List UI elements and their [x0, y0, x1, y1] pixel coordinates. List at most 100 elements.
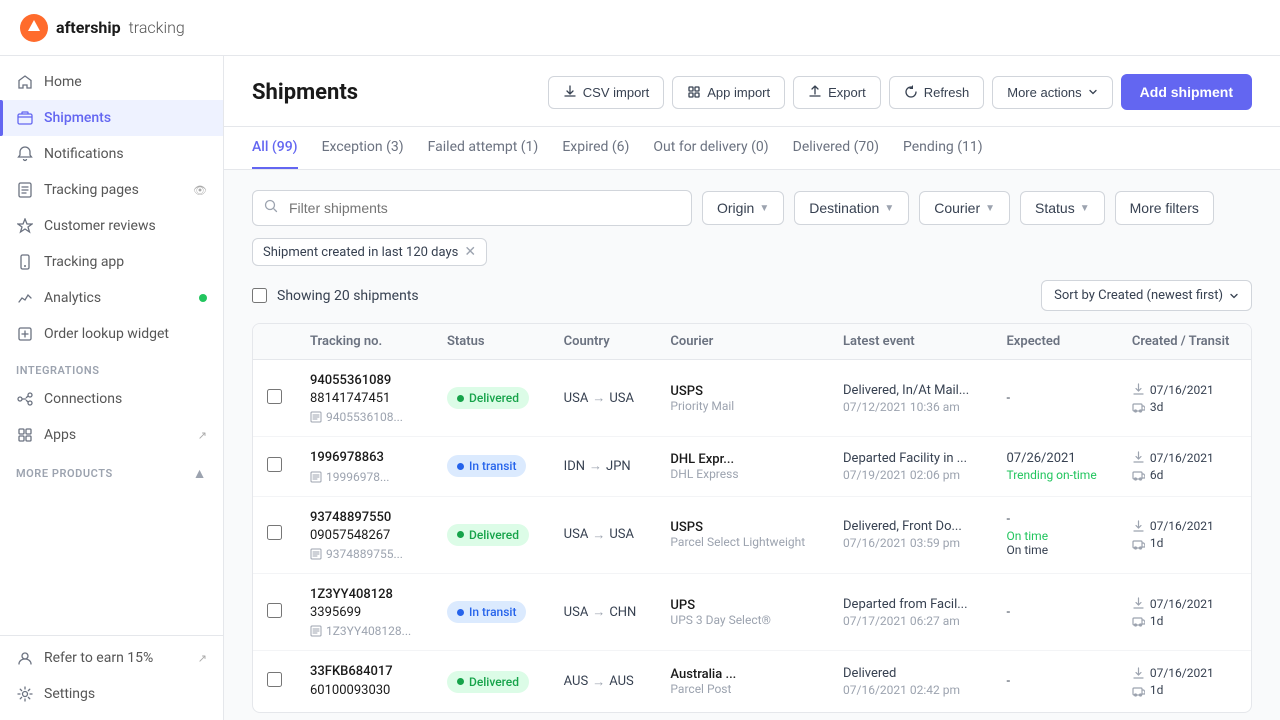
- transit-days: 1d: [1150, 614, 1164, 628]
- apps-icon: [16, 426, 34, 444]
- more-products-section: MORE PRODUCTS ▲: [0, 453, 223, 486]
- sidebar-item-order-lookup[interactable]: Order lookup widget: [0, 316, 223, 352]
- expected-date: -: [1006, 391, 1103, 406]
- more-filters-button[interactable]: More filters: [1115, 191, 1214, 225]
- origin-label: Origin: [717, 200, 754, 216]
- tracking-main: 1996978863: [310, 449, 419, 467]
- origin-filter-button[interactable]: Origin ▼: [702, 191, 784, 225]
- transit-icon: [1132, 400, 1145, 413]
- created-wrap: 07/16/2021 6d: [1132, 451, 1237, 482]
- tab-failed-attempt[interactable]: Failed attempt (1): [428, 127, 539, 169]
- sidebar-item-apps[interactable]: Apps ↗: [0, 417, 223, 453]
- country-from: USA: [564, 391, 589, 406]
- tracking-main: 93748897550: [310, 509, 419, 527]
- tab-expired[interactable]: Expired (6): [562, 127, 629, 169]
- app-import-button[interactable]: App import: [672, 76, 785, 109]
- gear-icon: [16, 685, 34, 703]
- tracking-no-cell: 1996978863 19996978...: [296, 437, 433, 496]
- sidebar-item-customer-reviews[interactable]: Customer reviews: [0, 208, 223, 244]
- tabs-bar: All (99) Exception (3) Failed attempt (1…: [224, 127, 1280, 170]
- table-row: 1996978863 19996978... In transit IDN → …: [253, 437, 1251, 496]
- row-checkbox-cell: [253, 496, 296, 573]
- tab-out-for-delivery[interactable]: Out for delivery (0): [653, 127, 768, 169]
- event-text: Departed from Facil...: [843, 597, 978, 612]
- download-small-icon: [1132, 597, 1145, 610]
- country-route: AUS → AUS: [564, 674, 643, 690]
- showing-text: Showing 20 shipments: [277, 288, 419, 304]
- sidebar-item-refer[interactable]: Refer to earn 15% ↗: [0, 640, 223, 676]
- sidebar-item-notifications[interactable]: Notifications: [0, 136, 223, 172]
- country-cell: USA → USA: [550, 360, 657, 437]
- row-checkbox[interactable]: [267, 672, 282, 687]
- latest-event-cell: Departed from Facil... 07/17/2021 06:27 …: [829, 573, 992, 650]
- integrations-section: INTEGRATIONS: [0, 352, 223, 381]
- eye-icon: 👁: [193, 184, 207, 197]
- transit-days: 3d: [1150, 400, 1164, 414]
- sidebar-item-analytics-label: Analytics: [44, 290, 189, 306]
- origin-chevron: ▼: [759, 203, 769, 214]
- row-checkbox[interactable]: [267, 525, 282, 540]
- created-wrap: 07/16/2021 3d: [1132, 383, 1237, 414]
- app-icon: [687, 85, 701, 99]
- status-badge: In transit: [447, 601, 526, 623]
- row-checkbox[interactable]: [267, 389, 282, 404]
- tab-exception[interactable]: Exception (3): [322, 127, 404, 169]
- add-shipment-button[interactable]: Add shipment: [1121, 74, 1252, 110]
- status-cell: Delivered: [433, 651, 550, 712]
- sort-select[interactable]: Sort by Created (newest first): [1041, 280, 1252, 311]
- courier-cell: USPS Parcel Select Lightweight: [656, 496, 829, 573]
- tab-pending[interactable]: Pending (11): [903, 127, 983, 169]
- sidebar-item-tracking-pages[interactable]: Tracking pages 👁: [0, 172, 223, 208]
- created-row: 07/16/2021: [1132, 383, 1237, 397]
- refresh-icon: [904, 85, 918, 99]
- status-filter-button[interactable]: Status ▼: [1020, 191, 1105, 225]
- latest-event-cell: Delivered 07/16/2021 02:42 pm: [829, 651, 992, 712]
- sidebar-item-connections-label: Connections: [44, 391, 207, 407]
- search-input[interactable]: [252, 190, 692, 226]
- tracking-ref: 9374889755...: [310, 547, 419, 561]
- row-checkbox[interactable]: [267, 457, 282, 472]
- sidebar-item-analytics[interactable]: Analytics: [0, 280, 223, 316]
- created-transit-cell: 07/16/2021 1d: [1118, 496, 1251, 573]
- export-button[interactable]: Export: [793, 76, 881, 109]
- row-checkbox[interactable]: [267, 603, 282, 618]
- courier-name: USPS: [670, 384, 815, 399]
- courier-cell: USPS Priority Mail: [656, 360, 829, 437]
- more-actions-button[interactable]: More actions: [992, 76, 1112, 109]
- csv-import-button[interactable]: CSV import: [548, 76, 664, 109]
- sidebar-item-order-lookup-label: Order lookup widget: [44, 326, 207, 342]
- select-all-checkbox[interactable]: [252, 288, 267, 303]
- status-dot: [457, 531, 464, 538]
- tab-all[interactable]: All (99): [252, 127, 298, 169]
- sidebar-item-shipments[interactable]: Shipments: [0, 100, 223, 136]
- courier-chevron: ▼: [985, 203, 995, 214]
- sidebar-item-home[interactable]: Home: [0, 64, 223, 100]
- event-text: Delivered: [843, 666, 978, 681]
- sidebar-item-tracking-app[interactable]: Tracking app: [0, 244, 223, 280]
- remove-filter-button[interactable]: ✕: [464, 244, 476, 260]
- arrow-icon: →: [592, 604, 605, 620]
- refer-ext-icon: ↗: [198, 652, 207, 665]
- sidebar-item-settings-label: Settings: [44, 686, 207, 702]
- status-dot: [457, 609, 464, 616]
- th-checkbox: [253, 324, 296, 360]
- country-to: JPN: [606, 459, 631, 474]
- courier-filter-button[interactable]: Courier ▼: [919, 191, 1010, 225]
- sidebar-item-refer-label: Refer to earn 15%: [44, 650, 188, 666]
- courier-sub: UPS 3 Day Select®: [670, 613, 815, 627]
- created-wrap: 07/16/2021 1d: [1132, 519, 1237, 550]
- sidebar-item-settings[interactable]: Settings: [0, 676, 223, 712]
- transit-icon: [1132, 537, 1145, 550]
- tracking-main: 1Z3YY408128: [310, 586, 419, 604]
- sidebar-item-connections[interactable]: Connections: [0, 381, 223, 417]
- destination-filter-button[interactable]: Destination ▼: [794, 191, 909, 225]
- analytics-icon: [16, 289, 34, 307]
- courier-label: Courier: [934, 200, 980, 216]
- logo-suffix: tracking: [129, 18, 185, 37]
- sort-chevron-icon: [1229, 291, 1239, 301]
- tab-delivered[interactable]: Delivered (70): [793, 127, 879, 169]
- created-wrap: 07/16/2021 1d: [1132, 666, 1237, 697]
- csv-import-label: CSV import: [583, 85, 649, 100]
- refresh-button[interactable]: Refresh: [889, 76, 985, 109]
- tracking-main: 94055361089: [310, 372, 419, 390]
